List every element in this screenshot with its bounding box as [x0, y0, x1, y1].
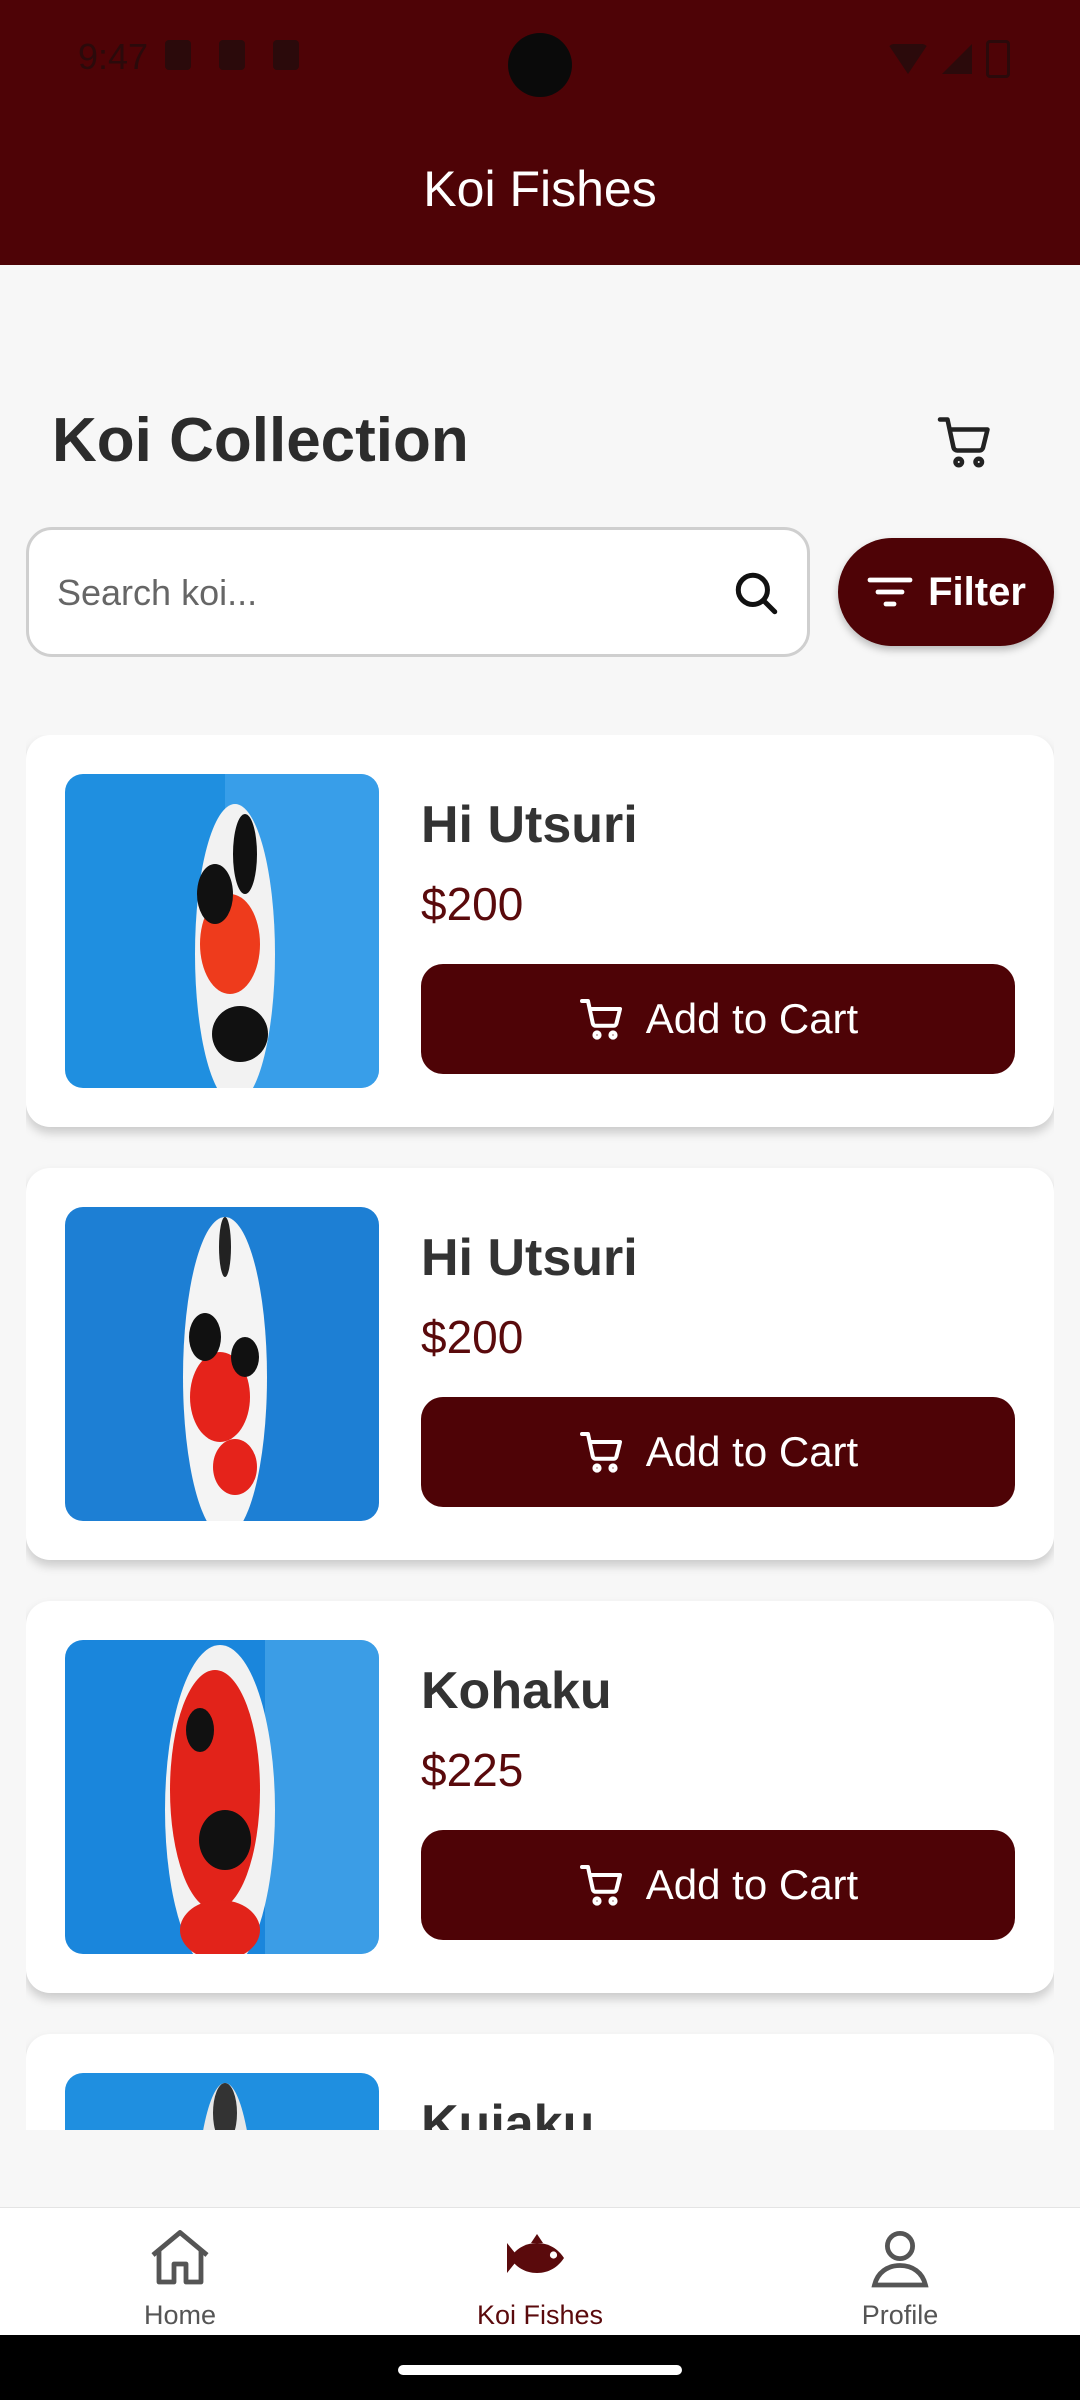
add-to-cart-button[interactable]: Add to Cart [421, 1397, 1015, 1507]
nav-label-koi-fishes: Koi Fishes [476, 2300, 604, 2330]
profile-icon [871, 2231, 929, 2288]
fish-icon [507, 2234, 564, 2273]
search-bar [26, 527, 810, 657]
gesture-bar [0, 2335, 1080, 2400]
home-gesture-pill[interactable] [398, 2365, 682, 2375]
cart-icon [579, 1865, 622, 1906]
page-title: Koi Collection [52, 406, 469, 475]
nav-koi-fishes[interactable]: Koi Fishes [360, 2208, 720, 2336]
add-to-cart-label: Add to Cart [645, 1428, 859, 1475]
add-to-cart-button[interactable]: Add to Cart [421, 964, 1015, 1074]
add-to-cart-button[interactable]: Add to Cart [421, 1830, 1015, 1940]
product-list[interactable]: Hi Utsuri $200 Add to Cart Hi Utsuri $20… [26, 735, 1054, 2130]
product-price: $200 [421, 1311, 524, 1363]
product-name: Hi Utsuri [421, 796, 638, 854]
notification-icon [219, 40, 245, 70]
app-bar: 9:47 Koi Fishes [0, 0, 1080, 265]
product-price: $200 [421, 878, 524, 930]
product-card: Hi Utsuri $200 Add to Cart [26, 1168, 1054, 1560]
add-to-cart-label: Add to Cart [645, 1861, 859, 1908]
cart-icon [579, 1432, 622, 1473]
product-card: Kujaku [26, 2034, 1054, 2130]
nav-home[interactable]: Home [0, 2208, 360, 2336]
koi-image[interactable] [65, 1640, 379, 1954]
home-icon [151, 2230, 209, 2285]
product-name: Hi Utsuri [421, 1229, 638, 1287]
status-notification-icons [165, 40, 299, 70]
signal-icon [942, 44, 972, 74]
filter-button[interactable]: Filter [838, 538, 1054, 646]
battery-icon [986, 40, 1010, 78]
wifi-icon [888, 44, 928, 74]
koi-image[interactable] [65, 774, 379, 1088]
koi-image[interactable] [65, 1207, 379, 1521]
koi-image[interactable] [65, 2073, 379, 2130]
add-to-cart-label: Add to Cart [645, 995, 859, 1042]
product-name: Kujaku [421, 2095, 595, 2130]
cart-icon [579, 999, 622, 1040]
status-system-icons [888, 40, 1010, 78]
app-title: Koi Fishes [423, 161, 657, 217]
bottom-navigation: Home Koi Fishes Profile [0, 2207, 1080, 2336]
search-input[interactable] [55, 530, 699, 656]
product-name: Kohaku [421, 1662, 612, 1720]
nav-label-profile: Profile [861, 2300, 939, 2330]
search-icon[interactable] [731, 568, 781, 618]
status-time: 9:47 [78, 36, 149, 77]
product-price: $225 [421, 1744, 524, 1796]
filter-icon [867, 577, 913, 607]
cart-icon[interactable] [935, 412, 995, 472]
shield-icon [165, 40, 191, 70]
camera-cutout [508, 33, 572, 97]
nav-profile[interactable]: Profile [720, 2208, 1080, 2336]
product-card: Kohaku $225 Add to Cart [26, 1601, 1054, 1993]
nav-label-home: Home [143, 2300, 217, 2330]
sd-card-icon [273, 40, 299, 70]
filter-label: Filter [928, 569, 1026, 614]
product-card: Hi Utsuri $200 Add to Cart [26, 735, 1054, 1127]
